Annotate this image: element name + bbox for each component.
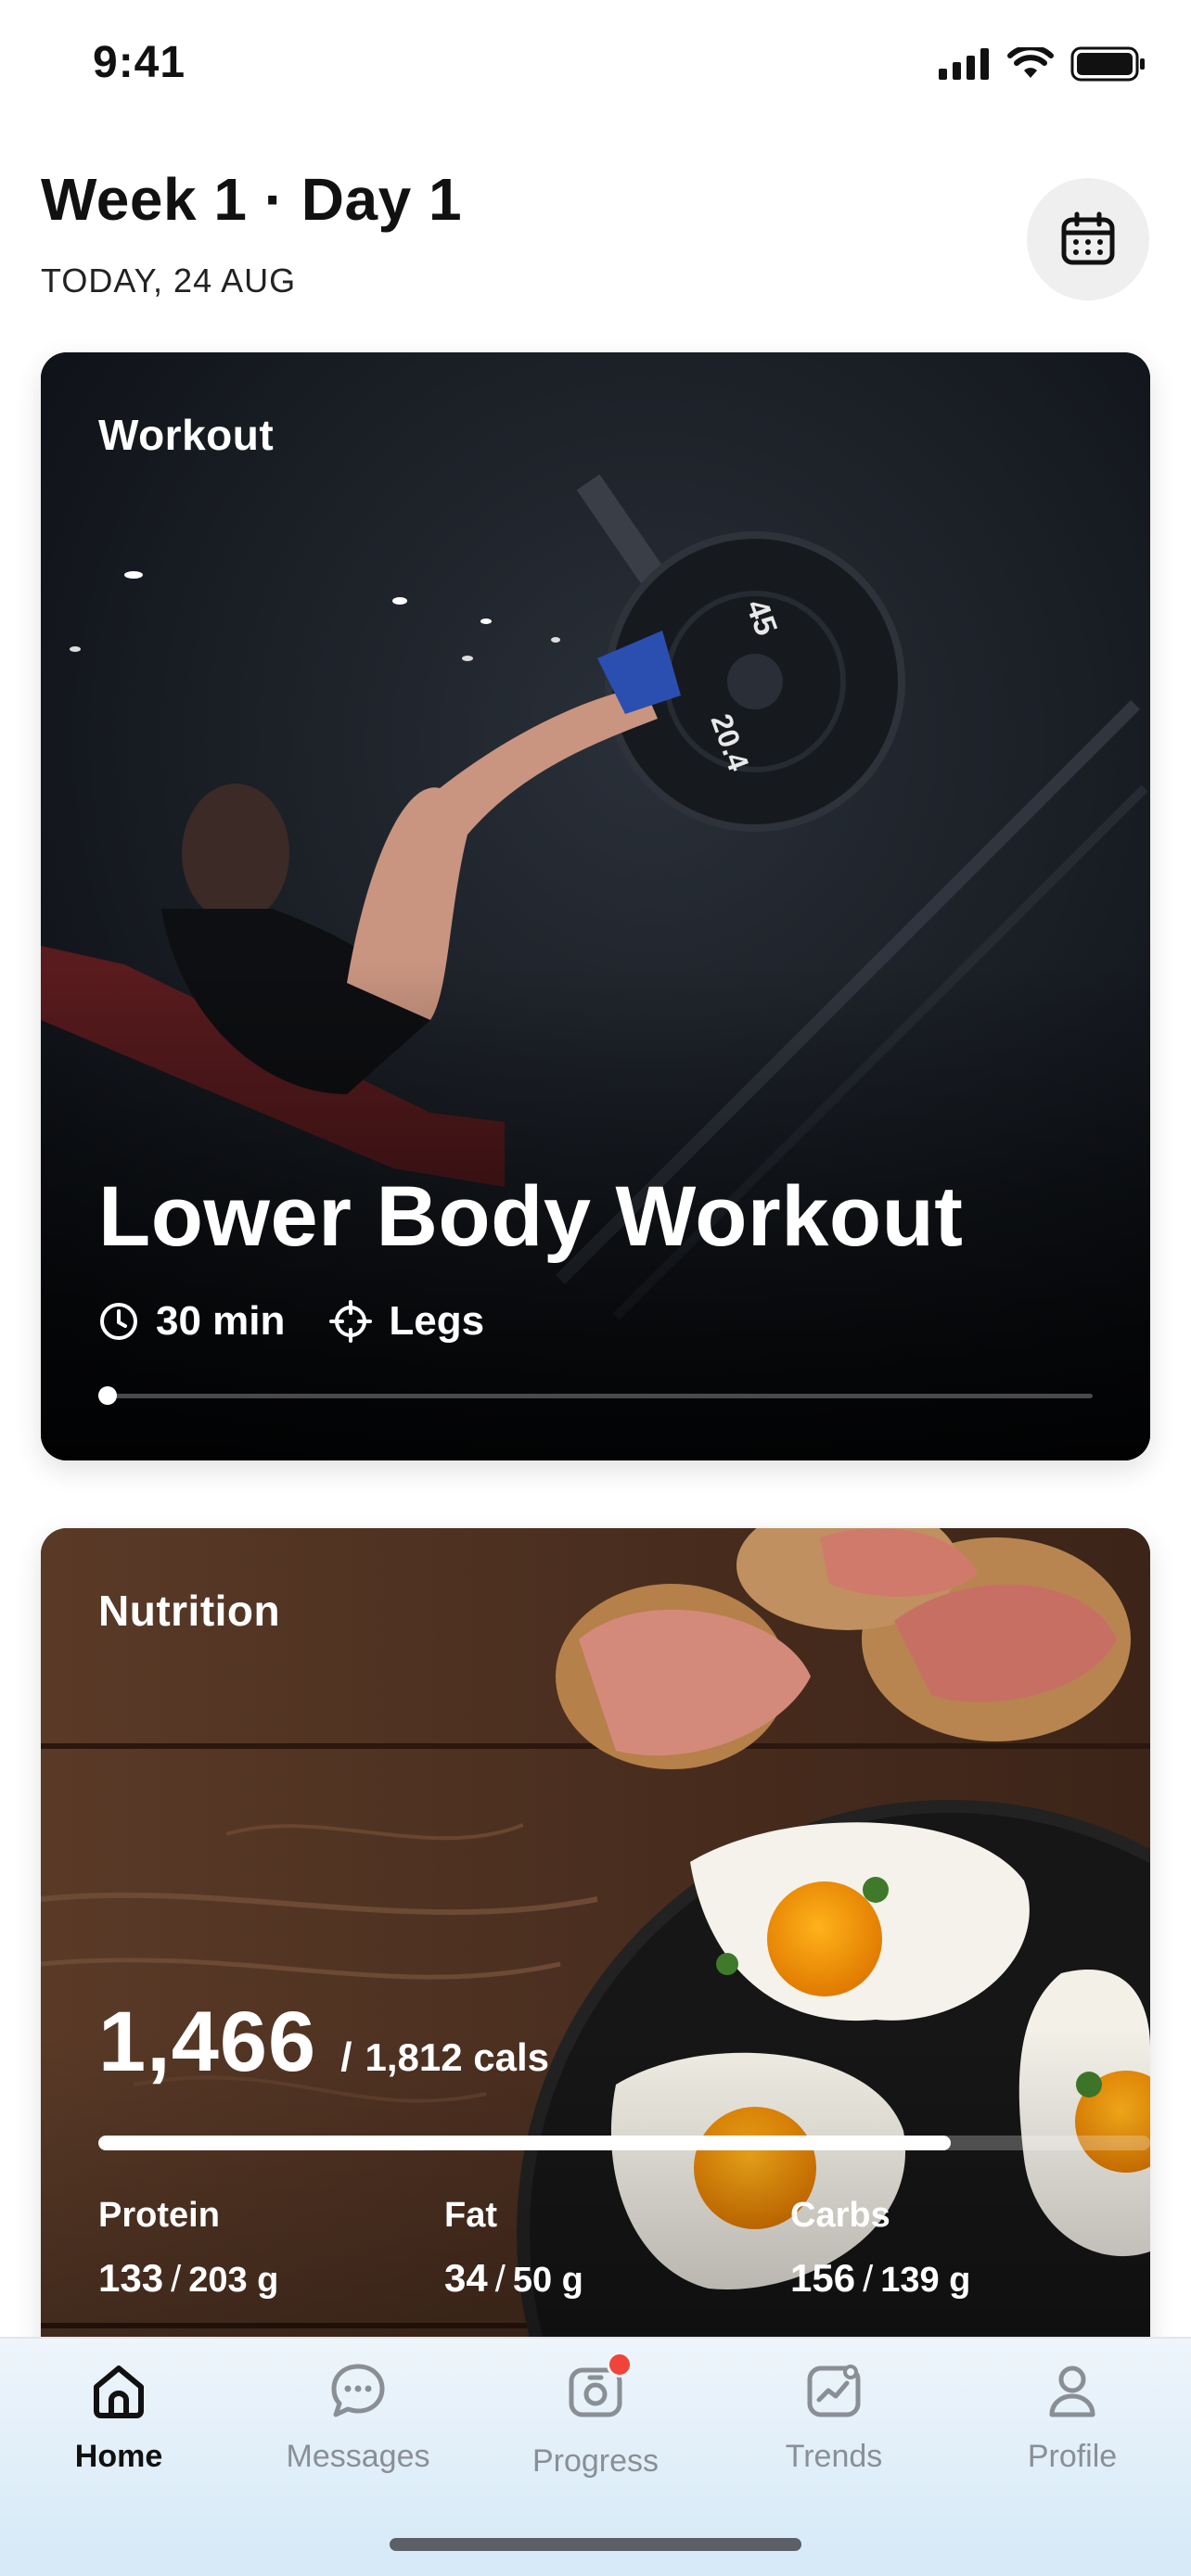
- person-icon: [1049, 2366, 1095, 2417]
- tab-trends[interactable]: Trends: [715, 2361, 953, 2475]
- calorie-progress-fill: [98, 2136, 951, 2150]
- workout-target: Legs: [329, 1298, 484, 1345]
- page-title: Week 1 · Day 1: [41, 166, 463, 233]
- crosshair-icon: [329, 1300, 373, 1343]
- macro-values: 133 / 203 g: [98, 2256, 444, 2301]
- workout-meta: 30 min Legs: [98, 1298, 529, 1345]
- progress-icon-wrap: [566, 2352, 633, 2425]
- tab-messages[interactable]: Messages: [239, 2361, 477, 2475]
- wifi-icon: [1007, 47, 1054, 78]
- notification-badge: [607, 2352, 633, 2378]
- tab-home[interactable]: Home: [0, 2361, 237, 2475]
- workout-progress-indicator: [98, 1386, 117, 1405]
- macro-protein: Protein 133 / 203 g: [98, 2196, 444, 2301]
- calendar-icon: [1061, 211, 1115, 265]
- macro-name: Protein: [98, 2196, 220, 2235]
- trend-icon: [807, 2365, 861, 2417]
- macro-goal: 50 g: [512, 2261, 583, 2300]
- tab-profile[interactable]: Profile: [954, 2361, 1191, 2475]
- macro-goal: 203 g: [188, 2261, 279, 2300]
- calories-separator: /: [340, 2034, 352, 2080]
- macro-separator: /: [171, 2259, 182, 2300]
- macro-name: Carbs: [790, 2196, 890, 2235]
- macro-goal: 139 g: [880, 2261, 971, 2300]
- workout-title: Lower Body Workout: [98, 1169, 964, 1264]
- tab-label: Messages: [286, 2439, 430, 2474]
- macro-value: 34: [444, 2256, 488, 2300]
- calories-target: 1,812 cals: [365, 2035, 549, 2079]
- tab-label: Profile: [1027, 2439, 1118, 2474]
- chat-icon: [331, 2364, 385, 2417]
- cellular-signal-icon: [939, 48, 989, 80]
- status-time: 9:41: [93, 38, 186, 87]
- home-icon: [94, 2366, 144, 2418]
- nutrition-card-label: Nutrition: [98, 1587, 281, 1635]
- calorie-summary: 1,466 / 1,812 cals: [98, 1994, 549, 2091]
- status-icons: [939, 46, 1146, 82]
- workout-duration-text: 30 min: [156, 1298, 286, 1344]
- macro-values: 34 / 50 g: [444, 2256, 790, 2301]
- macros-row: Protein 133 / 203 g Fat 34 / 50 g Carbs …: [98, 2196, 1136, 2301]
- calories-consumed: 1,466: [98, 1995, 317, 2089]
- tab-label: Progress: [531, 2443, 660, 2479]
- tab-progress[interactable]: Progress: [477, 2352, 714, 2480]
- status-bar: 9:41: [0, 0, 1191, 130]
- workout-target-text: Legs: [389, 1298, 485, 1344]
- workout-duration: 30 min: [98, 1298, 285, 1345]
- macro-separator: /: [863, 2259, 874, 2300]
- macro-values: 156 / 139 g: [790, 2256, 1136, 2301]
- calendar-button[interactable]: [1027, 178, 1149, 300]
- tab-label: Trends: [785, 2439, 883, 2474]
- macro-separator: /: [494, 2259, 506, 2300]
- page-date: TODAY, 24 AUG: [41, 261, 297, 300]
- macro-fat: Fat 34 / 50 g: [444, 2196, 790, 2301]
- page-header: Week 1 · Day 1 TODAY, 24 AUG: [41, 165, 462, 300]
- workout-card-label: Workout: [98, 411, 275, 459]
- macro-carbs: Carbs 156 / 139 g: [790, 2196, 1136, 2301]
- tab-label: Home: [74, 2439, 163, 2474]
- calorie-progress-bar: [98, 2136, 1150, 2150]
- battery-icon: [1070, 46, 1145, 82]
- workout-photo: 45 20.4: [41, 352, 1150, 1460]
- workout-card[interactable]: 45 20.4 Workout Lower Body Workout 30 mi…: [41, 352, 1150, 1460]
- home-screen: 9:41 Week 1 · Day 1 TODAY, 24 AUG Workou…: [0, 0, 1191, 2576]
- macro-value: 156: [790, 2256, 856, 2300]
- workout-progress-bar: [98, 1386, 1093, 1405]
- macro-value: 133: [98, 2256, 164, 2300]
- clock-icon: [100, 1303, 137, 1340]
- home-indicator: [390, 2538, 801, 2551]
- macro-name: Fat: [444, 2196, 497, 2235]
